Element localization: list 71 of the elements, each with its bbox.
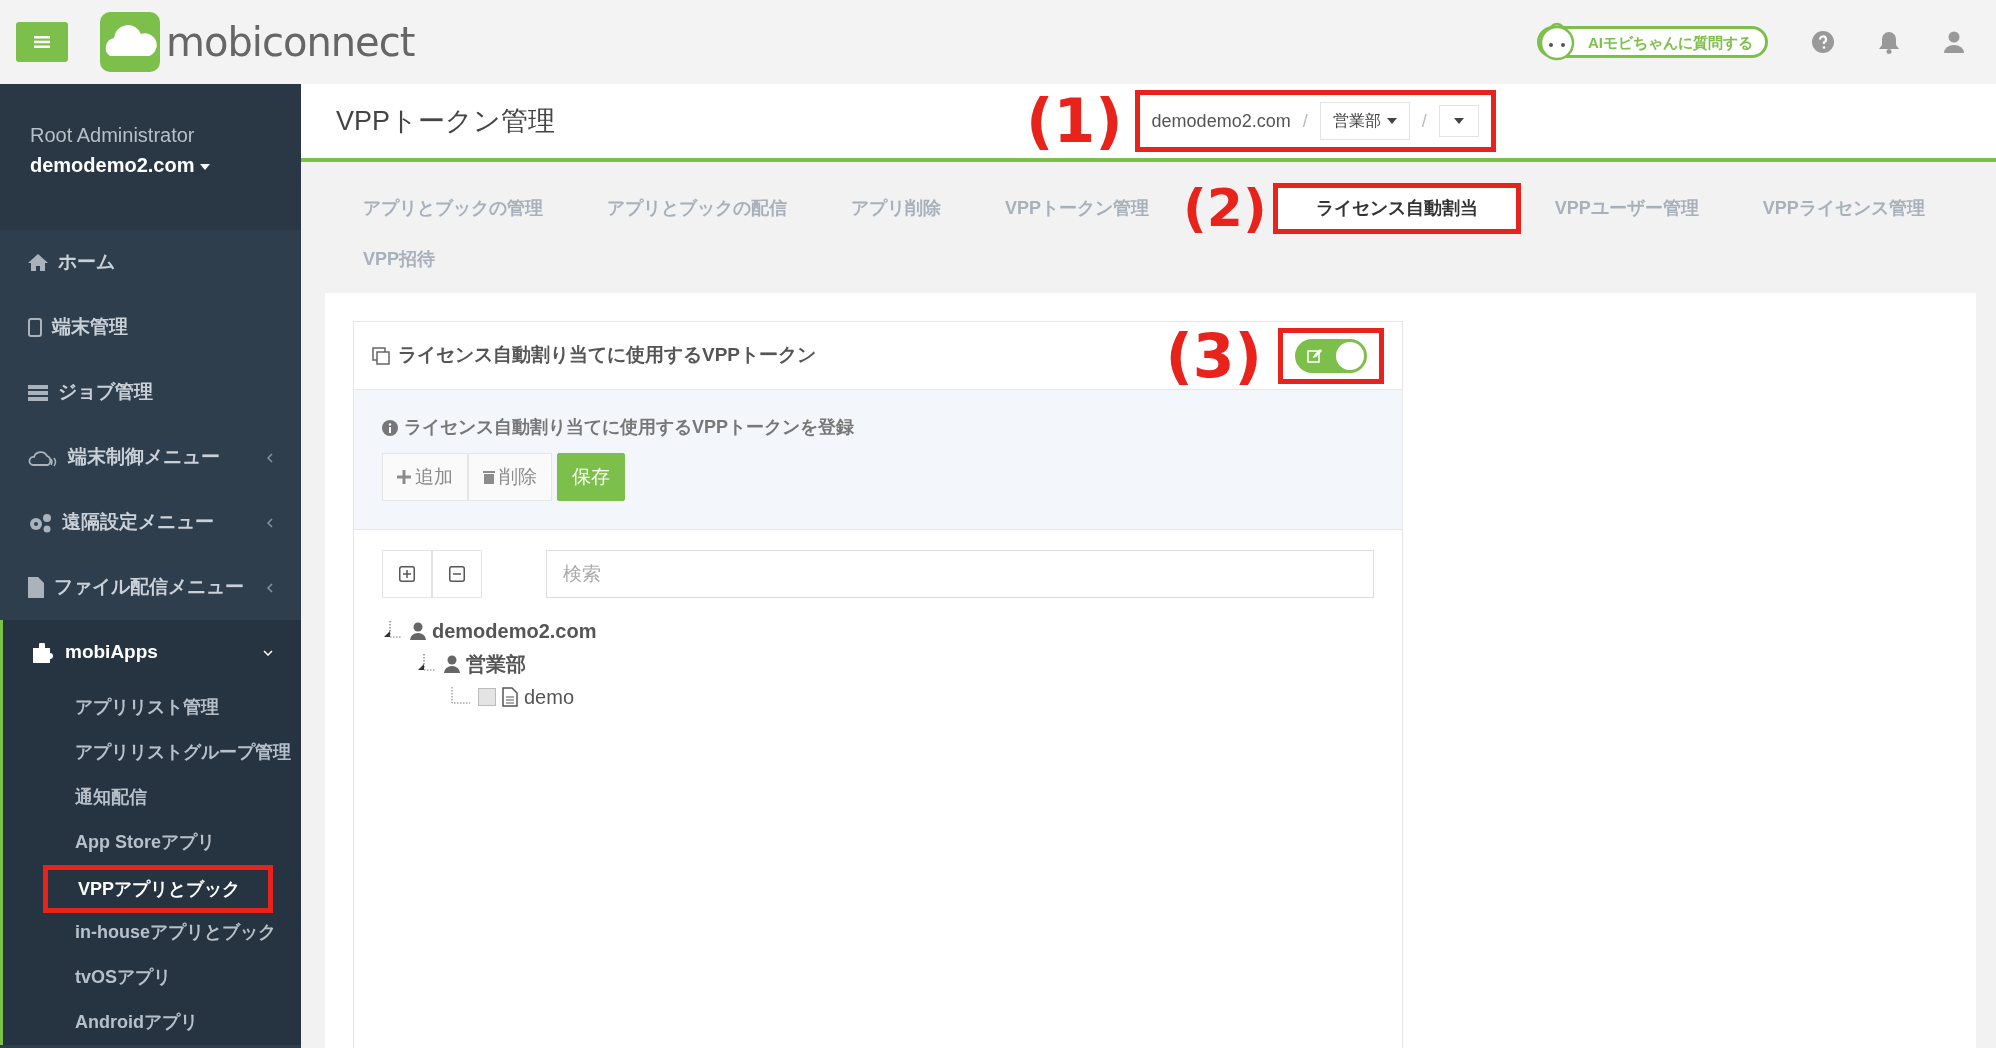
collapse-all-button[interactable] [432, 550, 482, 598]
sidebar-item[interactable]: ジョブ管理 [0, 360, 301, 425]
user-icon[interactable] [1944, 31, 1964, 53]
sidebar-subitem[interactable]: アプリリスト管理 [3, 685, 301, 730]
chevron-left-icon [267, 517, 273, 528]
sidebar-item[interactable]: 遠隔設定メニュー [0, 490, 301, 555]
sidebar-subitem[interactable]: App Storeアプリ [3, 820, 301, 865]
chevron-left-icon [267, 582, 273, 593]
logo-text: mobiconnect [166, 18, 415, 67]
copy-icon [372, 346, 390, 365]
logo-icon [100, 12, 160, 72]
tree-node-label[interactable]: demo [524, 681, 575, 712]
sidebar-item[interactable]: mobiApps [3, 620, 301, 685]
sidebar-subitem[interactable]: in-houseアプリとブック [3, 910, 301, 955]
trash-icon [483, 470, 495, 484]
list-icon [28, 384, 48, 401]
tree-node-label[interactable]: demodemo2.com [432, 615, 597, 646]
edit-icon [1307, 347, 1323, 364]
page-title: VPPトークン管理 [336, 104, 557, 138]
bell-icon[interactable] [1878, 30, 1900, 54]
help-icon[interactable] [1812, 31, 1834, 53]
caret-icon [1386, 118, 1397, 124]
sidebar-item[interactable]: ホーム [0, 230, 301, 295]
sidebar-item[interactable]: 端末管理 [0, 295, 301, 360]
expanded-node-icon[interactable] [382, 620, 404, 641]
info-icon [382, 419, 398, 436]
user-role: Root Administrator [30, 123, 196, 148]
chevron-left-icon [267, 452, 273, 463]
sidebar-subitem[interactable]: 通知配信 [3, 775, 301, 820]
breadcrumb-separator: / [1302, 109, 1308, 133]
expanded-node-icon[interactable] [416, 653, 438, 674]
card-title: ライセンス自動割り当てに使用するVPPトークン [398, 343, 817, 368]
cloud-icon [28, 448, 58, 467]
info-text: ライセンス自動割り当てに使用するVPPトークンを登録 [404, 416, 855, 439]
tablet-icon [28, 318, 42, 337]
dropdown-button[interactable] [1438, 105, 1479, 137]
annotation-label: (3) [1165, 325, 1262, 386]
department-dropdown[interactable]: 営業部 [1319, 102, 1410, 140]
tree-node-label[interactable]: 営業部 [466, 648, 526, 679]
home-icon [28, 254, 48, 271]
sidebar-subitem[interactable]: アプリリストグループ管理 [3, 730, 301, 775]
sidebar-subitem[interactable]: VPPアプリとブック [78, 879, 241, 899]
minus-icon [449, 566, 465, 582]
tab[interactable]: ライセンス自動割当 [1272, 182, 1521, 234]
breadcrumb-separator: / [1421, 109, 1427, 133]
user-icon [444, 654, 460, 673]
user-icon [410, 621, 426, 640]
sidebar-subitem[interactable]: tvOSアプリ [3, 955, 301, 1000]
file-icon [28, 577, 44, 598]
checkbox[interactable] [478, 687, 496, 706]
search-field[interactable]: 検索 [546, 550, 1374, 598]
plus-icon [397, 470, 411, 484]
annotation-label: (2) [1183, 182, 1267, 234]
edit-toggle[interactable] [1295, 338, 1367, 373]
menu-button[interactable] [16, 22, 68, 62]
caret-icon [1453, 118, 1464, 124]
caret-icon [200, 163, 211, 170]
connector-line [450, 686, 472, 707]
gears-icon [28, 512, 52, 533]
sidebar-item[interactable]: ファイル配信メニュー [0, 555, 301, 620]
sidebar-item[interactable]: 端末制御メニュー [0, 425, 301, 490]
chevron-down-icon [263, 649, 273, 656]
expand-all-button[interactable] [382, 550, 432, 598]
plus-icon [399, 566, 415, 582]
document-icon [502, 686, 518, 707]
sidebar-subitem[interactable]: Androidアプリ [3, 1000, 301, 1045]
annotation-label: (1) [1026, 91, 1123, 151]
menu-icon [34, 36, 50, 48]
account-dropdown[interactable]: demodemo2.com [30, 150, 271, 180]
breadcrumb-item[interactable]: demodemo2.com [1151, 107, 1291, 135]
puzzle-icon [33, 642, 55, 663]
